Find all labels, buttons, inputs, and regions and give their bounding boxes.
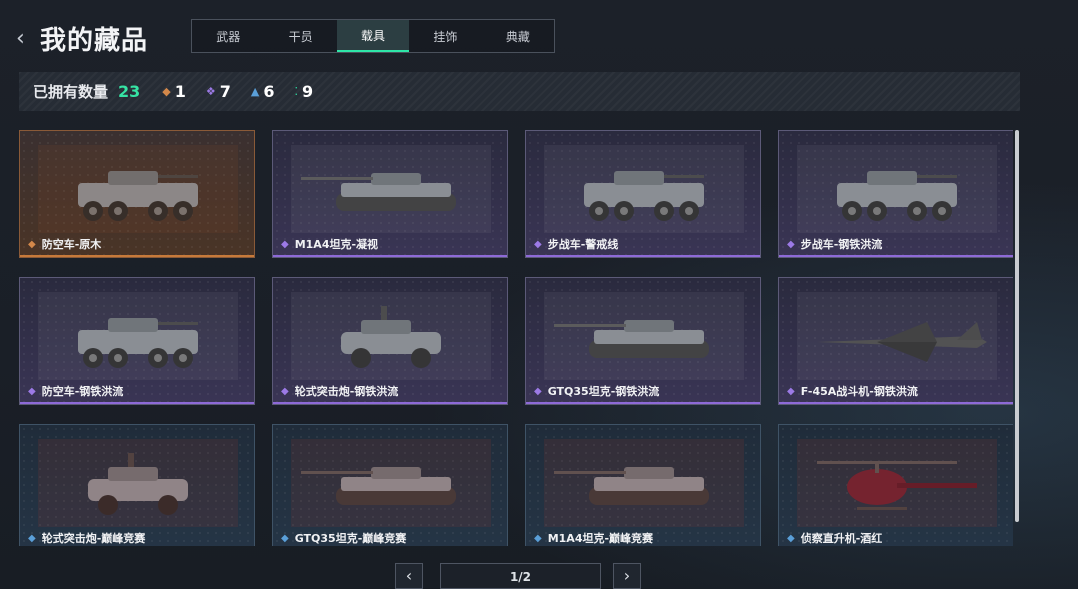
vehicle-name: GTQ35坦克-巅峰竞赛 [294,532,407,545]
vehicle-grid: ◆ 防空车-原木 ◆ M1A4坦克-凝视 ◆ 步战车-警戒线 ◆ 步战车-钢铁洪流 ◆ 防空车-钢… [19,130,1013,546]
vehicle-image [38,145,238,233]
prev-page-button[interactable]: ‹ [395,563,423,589]
tab-vehicles[interactable]: 载具 [336,20,410,52]
rarity-icon: ◆ [28,532,36,544]
vehicle-name: F-45A战斗机-钢铁洪流 [800,385,918,398]
vehicle-image [291,145,491,233]
green-dots-icon: ⁚ [294,85,299,98]
rarity-bar [20,255,254,257]
rarity-icon: ◆ [28,385,36,397]
rarity-icon: ◆ [787,385,795,397]
vehicle-image [544,145,744,233]
vehicle-name: M1A4坦克-凝视 [294,238,379,251]
vehicle-name: 轮式突击炮-巅峰竞赛 [41,532,146,545]
vehicle-card[interactable]: ◆ GTQ35坦克-钢铁洪流 [525,277,761,405]
rarity-bar [20,402,254,404]
vehicle-card[interactable]: ◆ 防空车-原木 [19,130,255,258]
vehicle-card[interactable]: ◆ 轮式突击炮-钢铁洪流 [272,277,508,405]
vehicle-card[interactable]: ◆ 步战车-警戒线 [525,130,761,258]
vehicle-card[interactable]: ◆ M1A4坦克-巅峰竞赛 [525,424,761,546]
vehicle-image [797,439,997,527]
chevron-left-icon: ‹ [405,566,413,585]
chevron-left-icon: ‹ [16,26,25,51]
owned-count-value: 23 [118,82,141,101]
rarity-bar [273,255,507,257]
vehicle-card[interactable]: ◆ GTQ35坦克-巅峰竞赛 [272,424,508,546]
vehicle-name: GTQ35坦克-钢铁洪流 [547,385,660,398]
rarity-count-orange: ◆ 1 [162,82,186,101]
vehicle-image [544,292,744,380]
rarity-count-purple: ❖ 7 [205,82,231,101]
vehicle-name: 轮式突击炮-钢铁洪流 [294,385,399,398]
vehicle-image [38,292,238,380]
vehicle-card[interactable]: ◆ 轮式突击炮-巅峰竞赛 [19,424,255,546]
rarity-icon: ◆ [28,238,36,250]
rarity-count-green: ⁚ 9 [294,82,314,101]
next-page-button[interactable]: › [613,563,641,589]
vehicle-image [797,145,997,233]
rarity-count-blue: ▲ 6 [250,82,275,101]
owned-stats-bar: 已拥有数量 23 ◆ 1 ❖ 7 ▲ 6 ⁚ 9 [19,72,1020,111]
vehicle-name: 侦察直升机-酒红 [800,532,883,545]
vehicle-image [38,439,238,527]
rarity-icon: ◆ [281,238,289,250]
rarity-bar [526,402,760,404]
scrollbar[interactable] [1015,130,1019,522]
page-indicator: 1/2 [440,563,601,589]
tab-operators[interactable]: 干员 [264,20,336,52]
rarity-bar [779,255,1013,257]
blue-chevron-icon: ▲ [250,85,260,98]
tab-collection[interactable]: 典藏 [482,20,554,52]
rarity-icon: ◆ [787,532,795,544]
vehicle-image [291,439,491,527]
owned-count-label: 已拥有数量 [33,83,109,101]
rarity-icon: ◆ [534,532,542,544]
back-button[interactable]: ‹ [16,27,32,51]
purple-diamond-icon: ❖ [205,85,216,98]
category-tabs: 武器 干员 载具 挂饰 典藏 [191,19,555,53]
vehicle-name: 防空车-原木 [41,238,102,251]
vehicle-card[interactable]: ◆ 防空车-钢铁洪流 [19,277,255,405]
rarity-bar [526,255,760,257]
rarity-icon: ◆ [534,385,542,397]
vehicle-name: 防空车-钢铁洪流 [41,385,124,398]
vehicle-name: M1A4坦克-巅峰竞赛 [547,532,654,545]
tab-charms[interactable]: 挂饰 [409,20,481,52]
chevron-right-icon: › [623,566,631,585]
vehicle-card[interactable]: ◆ 侦察直升机-酒红 [778,424,1013,546]
vehicle-image [544,439,744,527]
vehicle-card[interactable]: ◆ 步战车-钢铁洪流 [778,130,1013,258]
rarity-icon: ◆ [281,385,289,397]
vehicle-image [797,292,997,380]
tab-weapons[interactable]: 武器 [192,20,264,52]
rarity-icon: ◆ [534,238,542,250]
page-title: 我的藏品 [40,26,149,56]
orange-diamond-icon: ◆ [162,85,171,98]
vehicle-card[interactable]: ◆ F-45A战斗机-钢铁洪流 [778,277,1013,405]
rarity-icon: ◆ [281,532,289,544]
rarity-bar [779,402,1013,404]
vehicle-card[interactable]: ◆ M1A4坦克-凝视 [272,130,508,258]
vehicle-name: 步战车-钢铁洪流 [800,238,883,251]
vehicle-name: 步战车-警戒线 [547,238,619,251]
vehicle-image [291,292,491,380]
rarity-icon: ◆ [787,238,795,250]
rarity-bar [273,402,507,404]
